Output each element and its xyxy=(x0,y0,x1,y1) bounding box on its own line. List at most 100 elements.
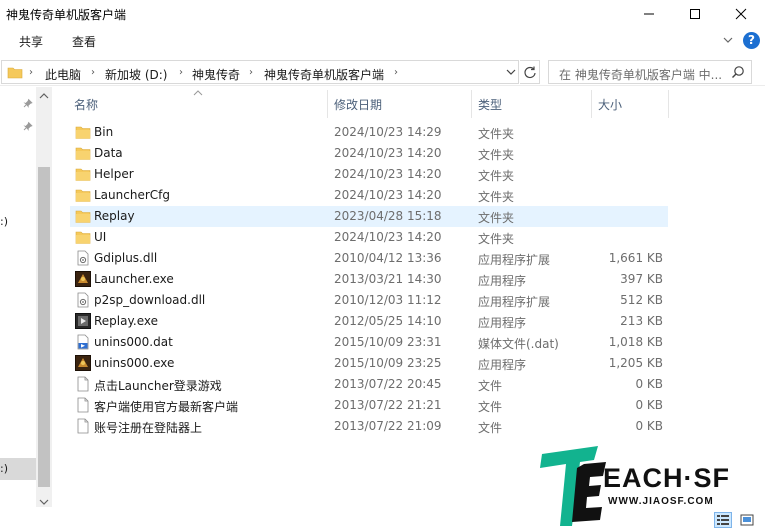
pin-icon[interactable] xyxy=(21,97,33,112)
watermark-url: WWW.JIAOSF.COM xyxy=(608,496,714,507)
folder-icon xyxy=(7,65,23,82)
scroll-down-icon[interactable] xyxy=(39,495,49,509)
file-size: 1,205 KB xyxy=(608,356,663,370)
file-size: 213 KB xyxy=(620,314,663,328)
file-name: Replay xyxy=(94,209,135,223)
scrollbar-thumb[interactable] xyxy=(38,167,50,487)
minimize-button[interactable] xyxy=(626,0,672,28)
file-type: 应用程序扩展 xyxy=(478,295,551,309)
file-row[interactable]: 点击Launcher登录游戏 2013/07/22 20:45 文件 0 KB xyxy=(70,374,668,395)
file-date: 2024/10/23 14:20 xyxy=(334,188,442,202)
folder-icon xyxy=(75,124,91,140)
refresh-icon xyxy=(523,66,536,79)
file-type: 应用程序扩展 xyxy=(478,253,551,267)
file-date: 2023/04/28 15:18 xyxy=(334,209,442,223)
folder-icon xyxy=(75,208,91,224)
file-type: 应用程序 xyxy=(478,358,527,372)
file-row[interactable]: Launcher.exe 2013/03/21 14:30 应用程序 397 KB xyxy=(70,269,668,290)
file-row[interactable]: Bin 2024/10/23 14:29 文件夹 xyxy=(70,122,668,143)
refresh-button[interactable] xyxy=(520,60,540,84)
logo-mark-icon xyxy=(540,446,606,526)
file-name: unins000.exe xyxy=(94,356,175,370)
file-date: 2015/10/09 23:31 xyxy=(334,335,442,349)
breadcrumb-this-pc[interactable]: 此电脑 xyxy=(45,66,81,83)
file-name: unins000.dat xyxy=(94,335,173,349)
breadcrumb-separator-icon: › xyxy=(179,67,183,78)
file-name: Replay.exe xyxy=(94,314,158,328)
file-type: 文件 xyxy=(478,379,503,393)
column-divider[interactable] xyxy=(668,90,669,118)
file-row[interactable]: Data 2024/10/23 14:20 文件夹 xyxy=(70,143,668,164)
scroll-up-icon[interactable] xyxy=(39,89,49,103)
folder-icon xyxy=(75,187,91,203)
file-date: 2012/05/25 14:10 xyxy=(334,314,442,328)
breadcrumb-folder[interactable]: 神鬼传奇 xyxy=(192,66,240,83)
file-row[interactable]: UI 2024/10/23 14:20 文件夹 xyxy=(70,227,668,248)
file-date: 2010/12/03 11:12 xyxy=(334,293,442,307)
close-button[interactable] xyxy=(718,0,764,28)
file-row[interactable]: p2sp_download.dll 2010/12/03 11:12 应用程序扩展 5… xyxy=(70,290,668,311)
file-type: 媒体文件(.dat) xyxy=(478,337,559,351)
large-icons-view-button[interactable] xyxy=(738,512,756,528)
file-row[interactable]: Gdiplus.dll 2010/04/12 13:36 应用程序扩展 1,661 K… xyxy=(70,248,668,269)
file-row[interactable]: 客户端使用官方最新客户端 2013/07/22 21:21 文件 0 KB xyxy=(70,395,668,416)
tab-view[interactable]: 查看 xyxy=(72,33,96,50)
breadcrumb-current[interactable]: 神鬼传奇单机版客户端 xyxy=(264,66,384,83)
nav-scrollbar[interactable] xyxy=(36,87,52,507)
column-header-type[interactable]: 类型 xyxy=(478,96,502,113)
folder-icon xyxy=(75,145,91,161)
column-divider[interactable] xyxy=(471,90,472,118)
file-name: Data xyxy=(94,146,123,160)
address-box[interactable]: › 此电脑 › 新加坡 (D:) › 神鬼传奇 › 神鬼传奇单机版客户端 › xyxy=(1,60,519,84)
details-view-icon xyxy=(717,515,729,525)
sort-ascending-icon xyxy=(193,86,203,100)
file-size: 1,018 KB xyxy=(608,335,663,349)
ribbon-expand-button[interactable] xyxy=(722,34,734,49)
game-exe-icon xyxy=(75,271,91,287)
file-icon xyxy=(75,376,91,392)
address-history-button[interactable] xyxy=(505,65,517,82)
nav-item-drive-partial[interactable]: :) xyxy=(0,215,8,228)
column-header-name[interactable]: 名称 xyxy=(74,96,98,113)
file-date: 2024/10/23 14:20 xyxy=(334,230,442,244)
file-date: 2015/10/09 23:25 xyxy=(334,356,442,370)
file-type: 文件夹 xyxy=(478,190,515,204)
column-divider[interactable] xyxy=(327,90,328,118)
column-divider[interactable] xyxy=(591,90,592,118)
file-row[interactable]: 账号注册在登陆器上 2013/07/22 21:09 文件 0 KB xyxy=(70,416,668,437)
breadcrumb-separator-icon: › xyxy=(91,67,95,78)
pin-icon[interactable] xyxy=(21,120,33,135)
address-bar: › 此电脑 › 新加坡 (D:) › 神鬼传奇 › 神鬼传奇单机版客户端 › 在… xyxy=(0,58,765,86)
search-icon xyxy=(731,65,745,82)
column-headers: 名称 修改日期 类型 大小 xyxy=(60,90,765,118)
chevron-down-icon xyxy=(506,69,516,75)
breadcrumb-drive[interactable]: 新加坡 (D:) xyxy=(105,66,167,83)
watermark-word: EACH·SF xyxy=(603,463,730,493)
maximize-button[interactable] xyxy=(672,0,718,28)
dll-icon xyxy=(75,250,91,266)
file-row[interactable]: unins000.dat 2015/10/09 23:31 媒体文件(.dat) 1,… xyxy=(70,332,668,353)
nav-item-selected[interactable]: :) xyxy=(0,458,36,480)
file-date: 2013/07/22 21:09 xyxy=(334,419,442,433)
file-row[interactable]: Helper 2024/10/23 14:20 文件夹 xyxy=(70,164,668,185)
file-row[interactable]: Replay 2023/04/28 15:18 文件夹 xyxy=(70,206,668,227)
large-icons-view-icon xyxy=(740,514,754,526)
search-box[interactable]: 在 神鬼传奇单机版客户端 中... xyxy=(548,60,752,84)
details-view-button[interactable] xyxy=(714,512,732,528)
ribbon: 共享 查看 ? xyxy=(0,28,765,54)
folder-icon xyxy=(75,229,91,245)
file-row[interactable]: Replay.exe 2012/05/25 14:10 应用程序 213 KB xyxy=(70,311,668,332)
file-row[interactable]: unins000.exe 2015/10/09 23:25 应用程序 1,205 KB xyxy=(70,353,668,374)
tab-share[interactable]: 共享 xyxy=(19,33,43,50)
file-name: LauncherCfg xyxy=(94,188,170,202)
file-type: 应用程序 xyxy=(478,316,527,330)
column-header-size[interactable]: 大小 xyxy=(598,96,622,113)
file-size: 0 KB xyxy=(635,419,663,433)
file-row[interactable]: LauncherCfg 2024/10/23 14:20 文件夹 xyxy=(70,185,668,206)
file-name: 点击Launcher登录游戏 xyxy=(94,379,222,393)
view-buttons xyxy=(714,512,762,528)
file-name: 客户端使用官方最新客户端 xyxy=(94,400,239,414)
column-header-date[interactable]: 修改日期 xyxy=(334,96,382,113)
help-button[interactable]: ? xyxy=(743,32,760,49)
file-name: Bin xyxy=(94,125,114,139)
